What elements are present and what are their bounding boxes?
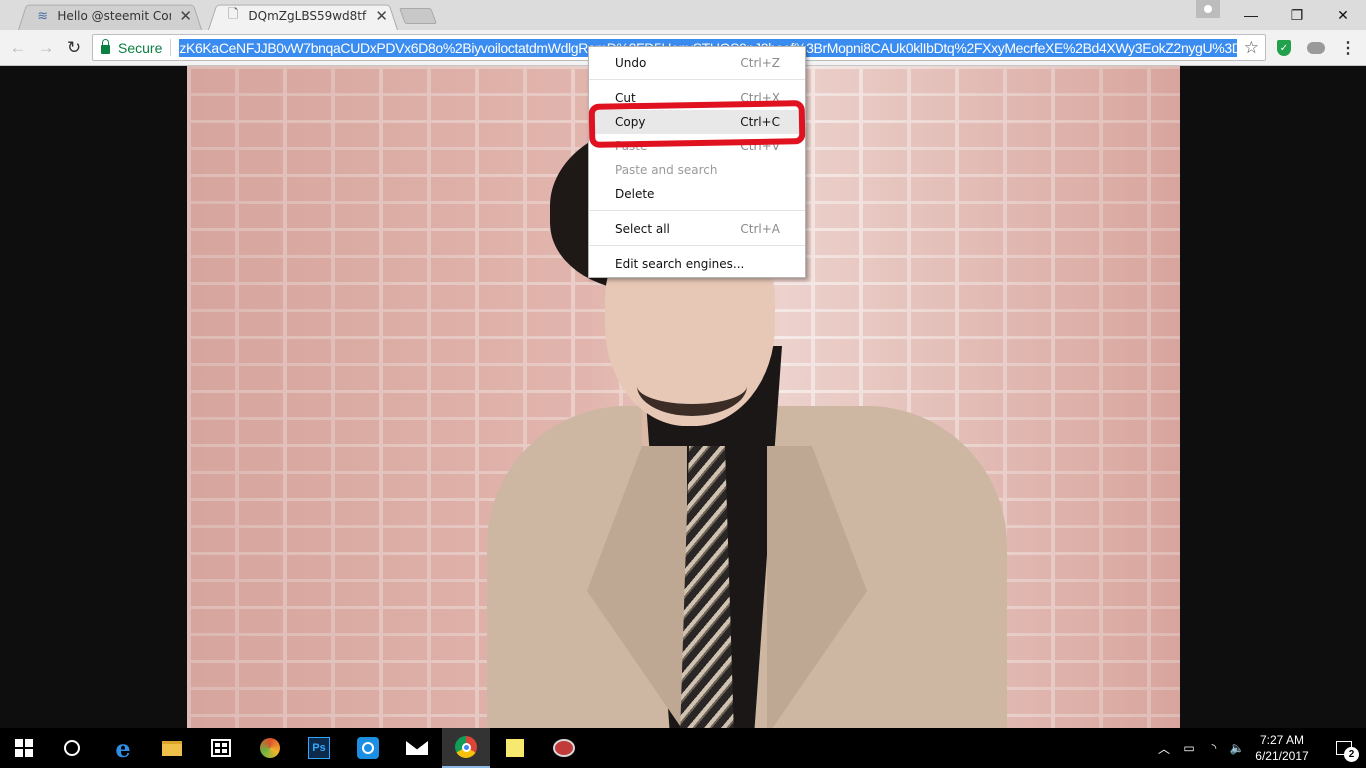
chrome-menu-icon[interactable]: ⋮: [1336, 36, 1360, 60]
taskbar-mail[interactable]: [393, 728, 441, 768]
store-icon: [211, 739, 231, 757]
tab-title: Hello @steemit Commun: [57, 9, 171, 23]
close-tab-icon[interactable]: ✕: [375, 7, 388, 25]
taskbar-edge[interactable]: e: [99, 728, 147, 768]
start-button[interactable]: [0, 728, 48, 768]
taskbar-chrome[interactable]: [442, 728, 490, 768]
edge-icon: e: [115, 733, 131, 763]
sticky-notes-icon: [506, 739, 524, 757]
clock-date: 6/21/2017: [1255, 749, 1309, 763]
tab-title: DQmZgLBS59wd8tfpccn: [248, 9, 367, 23]
close-window-icon[interactable]: ✕: [1320, 0, 1366, 30]
system-clock[interactable]: 7:27 AM 6/21/2017: [1247, 732, 1317, 764]
secure-label: Secure: [118, 39, 163, 56]
volume-icon[interactable]: 🔈: [1226, 728, 1248, 768]
battery-icon[interactable]: ▭: [1178, 728, 1200, 768]
taskbar-store[interactable]: [197, 728, 245, 768]
taskbar: e Ps ︿ ▭ ◝ 🔈 7:27 AM 6/21/2017 2: [0, 728, 1366, 768]
menu-item-paste-and-search[interactable]: Paste and search: [589, 158, 805, 182]
menu-item-undo[interactable]: Undo Ctrl+Z: [589, 51, 805, 75]
folder-icon: [162, 740, 182, 756]
cortana-icon: [64, 740, 80, 756]
windows-logo-icon: [15, 739, 33, 757]
taskbar-photoshop[interactable]: Ps: [295, 728, 343, 768]
restore-icon[interactable]: ❐: [1274, 0, 1320, 30]
taskbar-file-explorer[interactable]: [148, 728, 196, 768]
taskbar-sync-app[interactable]: [344, 728, 392, 768]
taskbar-sticky-notes[interactable]: [491, 728, 539, 768]
notification-icon: 2: [1336, 741, 1359, 762]
reload-icon[interactable]: ↻: [62, 36, 86, 60]
bookmark-star-icon[interactable]: ☆: [1244, 38, 1259, 58]
extension-cloud-icon[interactable]: [1304, 36, 1328, 60]
lock-icon: [101, 38, 110, 54]
tab-steemit[interactable]: ≋ Hello @steemit Commun ✕: [18, 2, 202, 30]
wifi-icon[interactable]: ◝: [1202, 728, 1226, 768]
notification-count: 2: [1344, 747, 1359, 762]
security-indicator[interactable]: Secure: [93, 38, 172, 56]
photoshop-icon: Ps: [308, 737, 330, 759]
adblock-shield-icon[interactable]: ✓: [1272, 36, 1296, 60]
taskbar-snipping-tool[interactable]: [540, 728, 588, 768]
taskbar-chameleon-app[interactable]: [246, 728, 294, 768]
red-highlight-annotation: [588, 100, 806, 148]
minimize-icon[interactable]: —: [1228, 0, 1274, 30]
close-tab-icon[interactable]: ✕: [179, 7, 192, 25]
context-menu: Undo Ctrl+Z Cut Ctrl+X Copy Ctrl+C Paste…: [588, 46, 806, 278]
menu-item-delete[interactable]: Delete: [589, 182, 805, 206]
mail-icon: [406, 741, 428, 755]
steemit-icon: ≋: [37, 8, 49, 23]
chrome-icon: [455, 736, 477, 758]
clock-time: 7:27 AM: [1259, 733, 1305, 747]
chameleon-icon: [260, 738, 280, 758]
profile-icon[interactable]: [1196, 0, 1220, 18]
snipping-tool-icon: [553, 739, 575, 757]
new-tab-button[interactable]: [399, 8, 437, 24]
sync-icon: [357, 737, 379, 759]
tray-chevron-up-icon[interactable]: ︿: [1154, 728, 1174, 768]
back-arrow-icon[interactable]: ←: [6, 36, 30, 60]
menu-item-edit-search-engines[interactable]: Edit search engines...: [589, 252, 805, 276]
action-center-button[interactable]: 2: [1322, 728, 1366, 768]
tab-image[interactable]: 🗋 DQmZgLBS59wd8tfpccn ✕: [208, 2, 398, 30]
cortana-search-button[interactable]: [48, 728, 96, 768]
tab-strip: ≋ Hello @steemit Commun ✕ 🗋 DQmZgLBS59wd…: [0, 0, 1366, 30]
forward-arrow-icon[interactable]: →: [34, 36, 58, 60]
page-icon: 🗋: [227, 6, 239, 21]
menu-item-select-all[interactable]: Select all Ctrl+A: [589, 217, 805, 241]
